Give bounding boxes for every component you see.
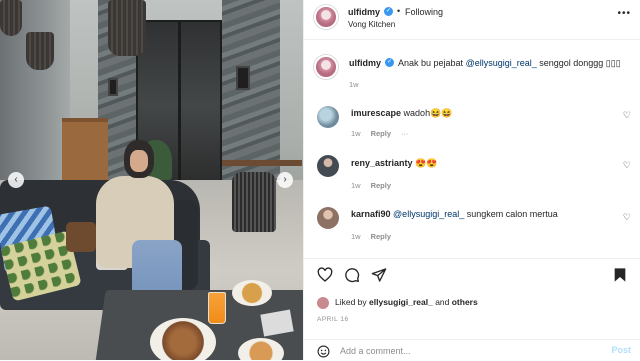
author-avatar[interactable]: [314, 5, 338, 29]
verified-badge-icon: ✓: [385, 58, 394, 67]
commenter-username[interactable]: reny_astrianty: [351, 158, 413, 168]
add-comment-bar: Post: [304, 339, 640, 361]
photo-plate: [150, 318, 216, 360]
reply-button[interactable]: Reply: [371, 181, 391, 190]
chevron-right-icon: ›: [283, 174, 287, 185]
comment-bubble-icon[interactable]: [344, 267, 360, 283]
emoji-icon[interactable]: [317, 345, 330, 358]
comment-timestamp[interactable]: 1w: [351, 129, 361, 138]
more-options-icon[interactable]: •••: [617, 8, 631, 19]
comment-meta: 1w Reply: [351, 232, 401, 241]
comment-timestamp[interactable]: 1w: [351, 232, 361, 241]
photo-plate: [232, 280, 272, 306]
caption-timestamp[interactable]: 1w: [349, 80, 359, 89]
commenter-avatar[interactable]: [317, 155, 339, 177]
add-comment-input[interactable]: [340, 344, 590, 358]
instagram-post: ‹ › ulfidmy ✓ • Following Vong Kitchen •…: [0, 0, 640, 360]
photo-person-face: [130, 150, 148, 172]
like-comment-heart-icon[interactable]: ♡: [623, 212, 631, 223]
separator-dot: •: [397, 6, 401, 16]
photo-wall-lamp: [236, 66, 250, 90]
previous-image-button[interactable]: ‹: [8, 172, 24, 188]
commenter-avatar[interactable]: [317, 106, 339, 128]
caption-mention-link[interactable]: @ellysugigi_real_: [466, 58, 537, 68]
post-header: ulfidmy ✓ • Following Vong Kitchen •••: [304, 0, 640, 40]
chevron-left-icon: ‹: [14, 174, 18, 185]
comment-meta: 1w Reply ···: [351, 129, 419, 138]
photo-wall-lamp: [108, 78, 118, 96]
commenter-avatar[interactable]: [317, 207, 339, 229]
like-comment-heart-icon[interactable]: ♡: [623, 110, 631, 121]
photo-lamp: [26, 32, 54, 70]
comment-more-icon[interactable]: ···: [401, 129, 409, 138]
post-comment-button[interactable]: Post: [611, 345, 631, 355]
photo-plate: [238, 338, 284, 360]
photo-juice-glass: [208, 292, 226, 324]
like-comment-heart-icon[interactable]: ♡: [623, 160, 631, 171]
comment-body: karnafi90 @ellysugigi_real_ sungkem calo…: [351, 209, 558, 219]
reply-button[interactable]: Reply: [371, 232, 391, 241]
caption-text-end: senggol donggg ▯▯▯: [536, 58, 621, 68]
commenter-username[interactable]: imurescape: [351, 108, 401, 118]
comment-body: reny_astrianty 😍😍: [351, 158, 437, 169]
caption-avatar[interactable]: [314, 55, 338, 79]
photo-handbag: [66, 222, 96, 252]
comment-meta: 1w Reply: [351, 181, 401, 190]
photo-lamp: [0, 0, 22, 36]
share-send-icon[interactable]: [371, 267, 387, 283]
post-location[interactable]: Vong Kitchen: [348, 20, 395, 29]
post-date[interactable]: APRIL 16: [317, 316, 349, 323]
verified-badge-icon: ✓: [384, 7, 393, 16]
reply-button[interactable]: Reply: [371, 129, 391, 138]
comment-text: wadoh😆😆: [403, 108, 453, 118]
liked-by-others-link[interactable]: others: [452, 297, 478, 307]
comment-body: imurescape wadoh😆😆: [351, 108, 452, 119]
photo-lamp: [108, 0, 146, 56]
liker-username[interactable]: ellysugigi_real_: [369, 297, 433, 307]
liked-by-prefix: Liked by: [335, 297, 370, 307]
comment-text: sungkem calon mertua: [464, 209, 558, 219]
comment-mention-link[interactable]: @ellysugigi_real_: [393, 209, 464, 219]
caption-text: Anak bu pejabat @ellysugigi_real_ senggo…: [398, 58, 621, 69]
photo-side-table: [222, 160, 302, 166]
photo-chair: [232, 172, 276, 232]
liker-avatar[interactable]: [317, 297, 329, 309]
like-heart-icon[interactable]: [317, 267, 333, 283]
next-image-button[interactable]: ›: [277, 172, 293, 188]
comment-text: 😍😍: [415, 158, 438, 168]
liked-by-text: Liked by ellysugigi_real_ and others: [335, 297, 478, 307]
author-username[interactable]: ulfidmy: [348, 7, 380, 17]
liked-by-and: and: [432, 297, 452, 307]
post-side-panel: ulfidmy ✓ • Following Vong Kitchen ••• u…: [303, 0, 640, 360]
commenter-username[interactable]: karnafi90: [351, 209, 391, 219]
post-actions: Liked by ellysugigi_real_ and others APR…: [304, 258, 640, 360]
save-bookmark-icon[interactable]: [612, 267, 628, 283]
caption-username[interactable]: ulfidmy: [349, 58, 381, 68]
comment-timestamp[interactable]: 1w: [351, 181, 361, 190]
caption-text-start: Anak bu pejabat: [398, 58, 466, 68]
post-photo[interactable]: ‹ ›: [0, 0, 303, 360]
photo-cabinet: [62, 118, 108, 184]
following-button[interactable]: Following: [405, 7, 443, 17]
